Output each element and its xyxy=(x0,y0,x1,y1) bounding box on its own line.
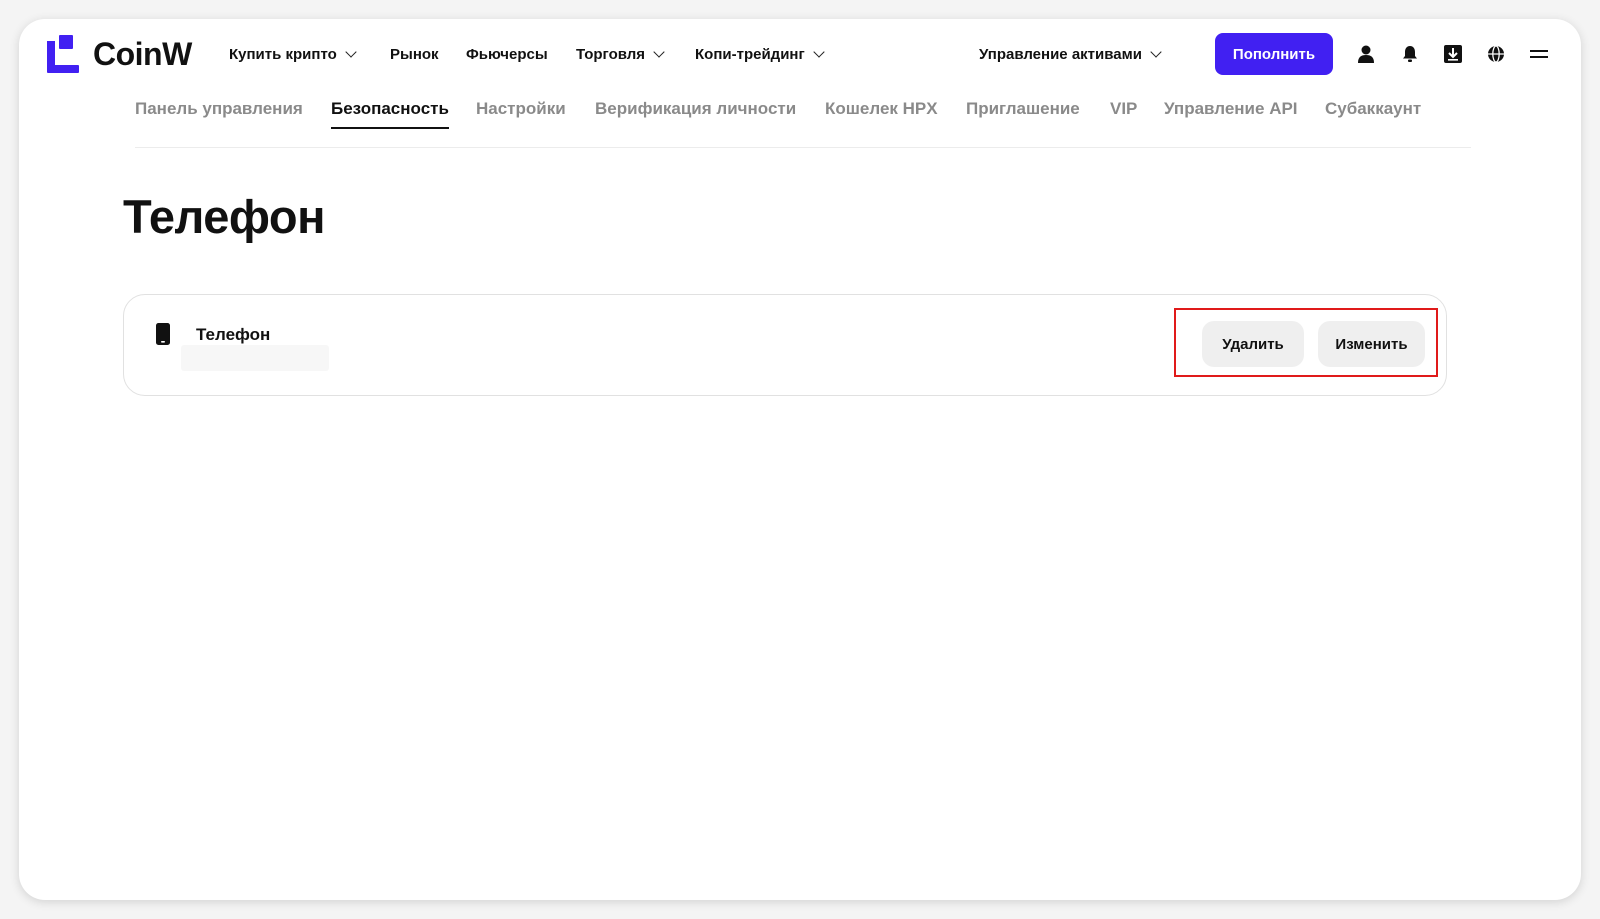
nav-futures[interactable]: Фьючерсы xyxy=(466,43,548,65)
nav-buy-crypto-label: Купить крипто xyxy=(229,45,337,63)
chevron-down-icon xyxy=(813,45,825,58)
delete-phone-button[interactable]: Удалить xyxy=(1202,321,1304,367)
tab-dashboard[interactable]: Панель управления xyxy=(135,97,303,147)
nav-copy-trading-label: Копи-трейдинг xyxy=(695,45,805,63)
globe-icon[interactable] xyxy=(1485,43,1507,65)
nav-trading-label: Торговля xyxy=(576,45,646,63)
brand-name: CoinW xyxy=(93,36,192,72)
nav-market-label: Рынок xyxy=(390,45,439,63)
coinw-logo-icon xyxy=(47,35,79,73)
tab-api-management[interactable]: Управление API xyxy=(1164,97,1298,147)
nav-asset-management-label: Управление активами xyxy=(979,45,1142,63)
bell-icon[interactable] xyxy=(1399,43,1421,65)
tab-invitation[interactable]: Приглашение xyxy=(966,97,1080,147)
app-window: CoinW Купить крипто Рынок Фьючерсы Торго… xyxy=(19,19,1581,900)
chevron-down-icon xyxy=(345,45,357,58)
nav-trading[interactable]: Торговля xyxy=(576,43,665,65)
chevron-down-icon xyxy=(653,45,665,58)
account-subtabs: Панель управления Безопасность Настройки… xyxy=(135,97,1471,148)
phone-number-masked xyxy=(181,345,329,371)
nav-futures-label: Фьючерсы xyxy=(466,45,548,63)
deposit-button[interactable]: Пополнить xyxy=(1215,33,1333,75)
tab-vip[interactable]: VIP xyxy=(1110,97,1137,147)
phone-icon xyxy=(156,323,170,345)
menu-icon[interactable] xyxy=(1528,43,1550,65)
coinw-logo[interactable]: CoinW xyxy=(47,35,192,73)
tab-subaccount[interactable]: Субаккаунт xyxy=(1325,97,1421,147)
chevron-down-icon xyxy=(1150,45,1162,58)
tab-hpx-wallet[interactable]: Кошелек HPX xyxy=(825,97,938,147)
tab-settings[interactable]: Настройки xyxy=(476,97,566,147)
phone-card: Телефон Удалить Изменить xyxy=(123,294,1447,396)
nav-copy-trading[interactable]: Копи-трейдинг xyxy=(695,43,825,65)
tab-identity-verification[interactable]: Верификация личности xyxy=(595,97,796,147)
download-icon[interactable] xyxy=(1442,43,1464,65)
nav-market[interactable]: Рынок xyxy=(390,43,439,65)
user-icon[interactable] xyxy=(1355,43,1377,65)
change-phone-button[interactable]: Изменить xyxy=(1318,321,1425,367)
top-navigation: CoinW Купить крипто Рынок Фьючерсы Торго… xyxy=(19,19,1581,89)
nav-asset-management[interactable]: Управление активами xyxy=(979,43,1162,65)
page-title: Телефон xyxy=(123,190,326,243)
tab-security[interactable]: Безопасность xyxy=(331,97,449,147)
phone-label: Телефон xyxy=(196,325,271,344)
nav-buy-crypto[interactable]: Купить крипто xyxy=(229,43,357,65)
